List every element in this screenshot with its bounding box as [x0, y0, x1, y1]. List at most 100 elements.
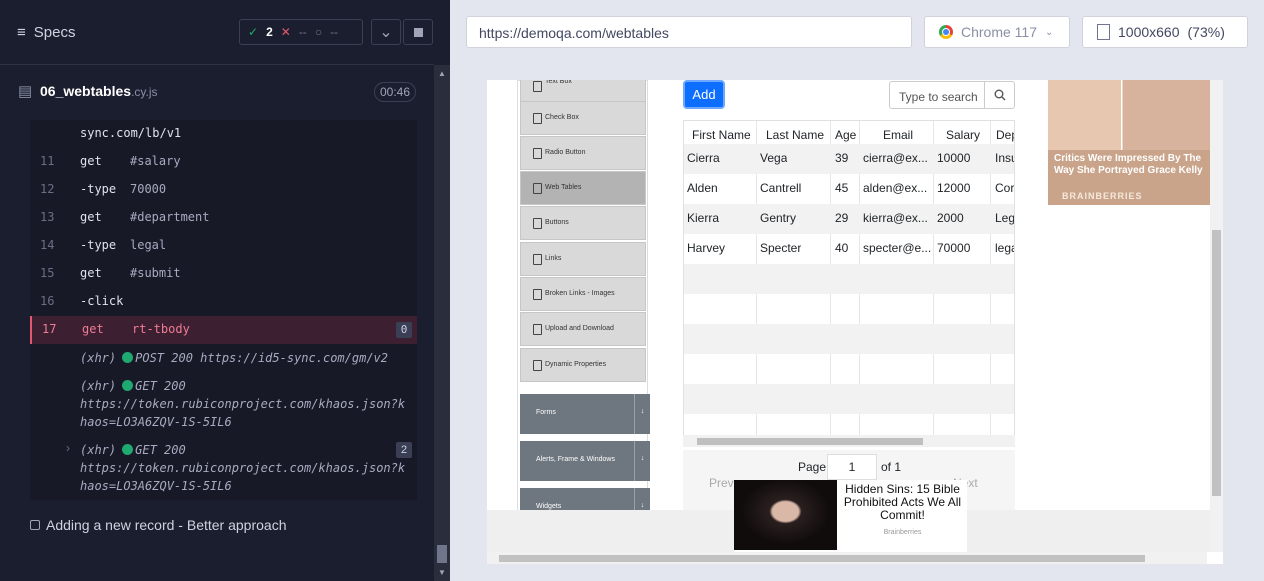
group-forms[interactable]: Forms ↓ [520, 394, 650, 434]
sidebar-item-links[interactable]: Links [520, 242, 646, 276]
web-table: First Name Last Name Age Email Salary De… [683, 120, 1015, 436]
cell: 40 [835, 241, 849, 255]
sidebar-item-buttons[interactable]: Buttons [520, 206, 646, 240]
page-vscroll-thumb[interactable] [1212, 230, 1221, 496]
header-salary[interactable]: Salary [946, 128, 980, 142]
page-input[interactable]: 1 [827, 454, 877, 480]
expand-icon[interactable]: › [66, 441, 70, 455]
add-button[interactable]: Add [683, 80, 725, 109]
header-first-name[interactable]: First Name [692, 128, 751, 142]
command-row[interactable]: 12 -type 70000 [30, 176, 417, 204]
command-num: 14 [40, 238, 55, 252]
command-row-active[interactable]: 17 get rt-tbody 0 [30, 316, 417, 344]
header-last-name[interactable]: Last Name [766, 128, 824, 142]
xhr-log-item[interactable]: (xhr) GET 200 https://token.rubiconproject… [80, 441, 410, 495]
page-label: Page [798, 460, 827, 474]
test-title[interactable]: Adding a new record - Better approach [30, 517, 286, 533]
empty-row [684, 414, 1014, 435]
cell: Kierra [687, 211, 720, 225]
search-icon [994, 89, 1005, 101]
group-alerts[interactable]: Alerts, Frame & Windows ↓ [520, 441, 650, 481]
command-num: 11 [40, 154, 55, 168]
command-num: 17 [42, 322, 57, 336]
command-name: -type [80, 238, 117, 252]
command-log-scrollbar[interactable]: ▲ ▼ [434, 65, 450, 581]
command-row[interactable]: 11 get #salary [30, 148, 417, 176]
command-row[interactable]: 14 -type legal [30, 232, 417, 260]
chrome-icon [939, 25, 953, 39]
command-name: -type [80, 182, 117, 196]
ad-brand: BRAINBERRIES [1062, 191, 1143, 201]
cell: 2000 [937, 211, 964, 225]
sidebar-item-web-tables[interactable]: Web Tables [520, 171, 646, 205]
previous-button[interactable]: Prev [709, 476, 734, 490]
cell: Vega [760, 151, 788, 165]
table-hscrollbar[interactable] [683, 435, 1015, 447]
header-email[interactable]: Email [883, 128, 913, 142]
cell: 10000 [937, 151, 971, 165]
demoqa-sidebar: Text Box Check Box Radio Button Web Tabl… [517, 80, 650, 560]
cell: Harvey [687, 241, 726, 255]
bottom-ad[interactable]: Hidden Sins: 15 Bible Prohibited Acts We… [734, 480, 967, 553]
scroll-down-icon[interactable]: ▼ [438, 568, 446, 577]
sidebar-item-check-box[interactable]: Check Box [520, 101, 646, 135]
scroll-thumb[interactable] [437, 545, 447, 563]
specs-label: Specs [33, 24, 76, 41]
cell: Gentry [760, 211, 797, 225]
sidebar-item-radio-button[interactable]: Radio Button [520, 136, 646, 170]
cell: 29 [835, 211, 849, 225]
xhr-method: POST 200 [135, 351, 193, 365]
empty-row [684, 354, 1014, 384]
table-hscroll-thumb[interactable] [697, 438, 923, 445]
specs-button[interactable]: ≡ Specs [17, 24, 75, 41]
document-icon: ▤ [18, 83, 33, 100]
sidebar-item-text-box[interactable]: Text Box [520, 80, 646, 103]
command-list: sync.com/lb/v1 11 get #salary 12 -type 7… [30, 120, 417, 500]
xhr-log-item[interactable]: (xhr) POST 200 https://id5-sync.com/gm/v2 [80, 349, 388, 367]
command-row[interactable]: 13 get #department [30, 204, 417, 232]
page-hscrollbar[interactable] [487, 552, 1207, 564]
cell: 12000 [937, 181, 971, 195]
ad-brand: Brainberries [883, 529, 922, 536]
table-row: Kierra Gentry 29 kierra@ex... 2000 Leg [684, 204, 1014, 234]
cell: alden@ex... [863, 181, 928, 195]
sidebar-item-broken-links[interactable]: Broken Links - Images [520, 277, 646, 311]
pending-icon: ○ [314, 25, 323, 39]
table-row: Cierra Vega 39 cierra@ex... 10000 Insu [684, 144, 1014, 174]
viewport-size: 1000x660 [1118, 24, 1180, 40]
stop-button[interactable] [403, 19, 433, 45]
cell: 70000 [937, 241, 971, 255]
runner-header: ≡ Specs ✓ 2 ✕ -- ○ -- ⌄ [0, 0, 434, 65]
sidebar-item-dynamic-properties[interactable]: Dynamic Properties [520, 348, 646, 382]
page-vscrollbar[interactable] [1210, 80, 1223, 552]
command-row[interactable]: 16 -click [30, 288, 417, 316]
browser-selector[interactable]: Chrome 117 ⌄ [924, 16, 1070, 48]
empty-row [684, 384, 1014, 414]
command-name: -click [80, 294, 124, 308]
header-department[interactable]: Dep [996, 128, 1014, 142]
viewport-info[interactable]: 1000x660 (73%) [1082, 16, 1248, 48]
command-arg: rt-tbody [132, 322, 190, 336]
chevron-down-icon: ⌄ [1045, 26, 1054, 38]
url-bar[interactable]: https://demoqa.com/webtables [466, 16, 912, 48]
chevron-down-icon[interactable]: ⌄ [371, 19, 401, 45]
xhr-log-item[interactable]: (xhr) GET 200 https://token.rubiconproject… [80, 377, 410, 431]
cross-icon: ✕ [280, 25, 291, 39]
command-name: get [82, 322, 104, 336]
command-row[interactable]: sync.com/lb/v1 [30, 120, 417, 148]
test-stats: ✓ 2 ✕ -- ○ -- [239, 19, 363, 45]
group-label: Alerts, Frame & Windows [536, 456, 615, 463]
xhr-label: (xhr) [80, 379, 117, 393]
ad-image [1048, 80, 1210, 150]
command-num: 16 [40, 294, 55, 308]
xhr-url: https://token.rubiconproject.com/khaos.j… [80, 397, 406, 429]
right-ad[interactable]: Critics Were Impressed By The Way She Po… [1048, 80, 1210, 205]
scroll-up-icon[interactable]: ▲ [438, 69, 446, 78]
command-row[interactable]: 15 get #submit [30, 260, 417, 288]
search-button[interactable] [984, 81, 1014, 109]
pending-count: -- [330, 25, 339, 39]
status-dot-icon [122, 380, 134, 391]
sidebar-item-upload-download[interactable]: Upload and Download [520, 312, 646, 346]
page-hscroll-thumb[interactable] [499, 555, 1145, 562]
header-age[interactable]: Age [835, 128, 856, 142]
